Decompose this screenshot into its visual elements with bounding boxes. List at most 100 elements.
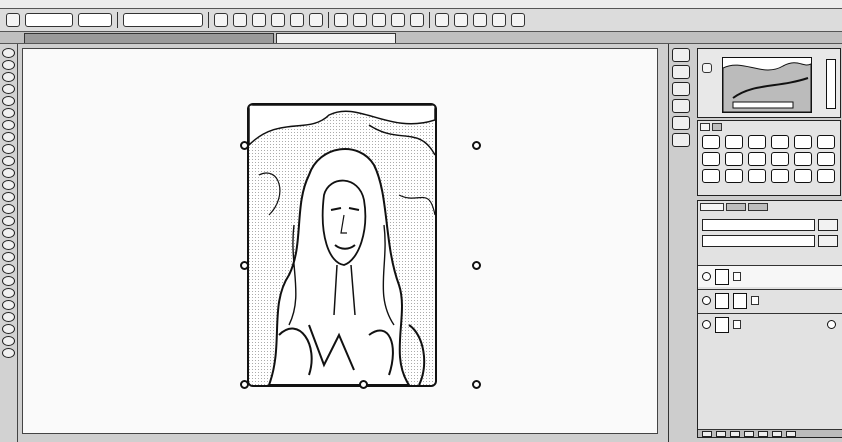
quick-select-icon[interactable] xyxy=(2,84,15,94)
align-right-icon[interactable] xyxy=(252,13,266,27)
transform-icon[interactable] xyxy=(473,13,487,27)
navigator-thumbnail[interactable] xyxy=(722,57,812,113)
tab-styles[interactable] xyxy=(712,123,722,131)
blend-mode-select[interactable] xyxy=(702,235,815,247)
document-canvas[interactable] xyxy=(22,48,658,434)
zoom-icon[interactable] xyxy=(2,300,15,310)
3d-rotate-icon[interactable] xyxy=(2,264,15,274)
filter-toggle-button[interactable] xyxy=(818,219,838,231)
distribute-top-icon[interactable] xyxy=(391,13,405,27)
add-mask-icon[interactable] xyxy=(730,430,740,437)
swatch[interactable] xyxy=(794,152,812,166)
gradient-icon[interactable] xyxy=(2,180,15,190)
swatch[interactable] xyxy=(725,152,743,166)
tab-paths[interactable] xyxy=(748,203,768,211)
layer-row[interactable] xyxy=(698,289,842,311)
option-field-3[interactable] xyxy=(123,13,203,27)
tab-layers[interactable] xyxy=(700,203,724,211)
3d-orbit-icon[interactable] xyxy=(2,276,15,286)
transform-handle-top-left[interactable] xyxy=(240,141,249,150)
tool-preset-button[interactable] xyxy=(6,13,20,27)
swatch[interactable] xyxy=(725,169,743,183)
zoom-slider[interactable] xyxy=(826,59,836,109)
document-tab[interactable] xyxy=(24,33,274,43)
swatch[interactable] xyxy=(748,135,766,149)
align-top-icon[interactable] xyxy=(271,13,285,27)
zoom-out-icon[interactable] xyxy=(702,63,712,73)
swatch[interactable] xyxy=(702,152,720,166)
actions-panel-icon[interactable] xyxy=(672,65,690,79)
option-field-1[interactable] xyxy=(25,13,73,27)
align-bottom-icon[interactable] xyxy=(309,13,323,27)
transform-handle-middle-left[interactable] xyxy=(240,261,249,270)
shape-icon[interactable] xyxy=(2,252,15,262)
path-select-icon[interactable] xyxy=(2,240,15,250)
history-brush-icon[interactable] xyxy=(2,156,15,166)
distribute-bottom-icon[interactable] xyxy=(410,13,424,27)
link-layers-icon[interactable] xyxy=(702,430,712,437)
swatch[interactable] xyxy=(817,169,835,183)
crop-icon[interactable] xyxy=(2,96,15,106)
stamp-icon[interactable] xyxy=(2,144,15,154)
info-panel-icon[interactable] xyxy=(672,82,690,96)
swatch[interactable] xyxy=(817,152,835,166)
swatch[interactable] xyxy=(794,169,812,183)
option-field-2[interactable] xyxy=(78,13,112,27)
swatch[interactable] xyxy=(794,135,812,149)
marquee-icon[interactable] xyxy=(2,60,15,70)
layer-style-icon[interactable] xyxy=(716,430,726,437)
history-panel-icon[interactable] xyxy=(672,48,690,62)
foreground-background-icon[interactable] xyxy=(2,324,15,334)
align-middle-icon[interactable] xyxy=(290,13,304,27)
align-center-icon[interactable] xyxy=(233,13,247,27)
transform-handle-middle-right[interactable] xyxy=(472,261,481,270)
rotate-view-icon[interactable] xyxy=(2,312,15,322)
tab-channels[interactable] xyxy=(726,203,746,211)
swatch[interactable] xyxy=(748,152,766,166)
transform-handle-bottom-center[interactable] xyxy=(359,380,368,389)
transform-handle-bottom-right[interactable] xyxy=(472,380,481,389)
eyedropper-icon[interactable] xyxy=(2,108,15,118)
eraser-icon[interactable] xyxy=(2,168,15,178)
brush-panel-icon[interactable] xyxy=(672,99,690,113)
quick-mask-icon[interactable] xyxy=(2,336,15,346)
swatch[interactable] xyxy=(748,169,766,183)
blur-icon[interactable] xyxy=(2,192,15,202)
healing-icon[interactable] xyxy=(2,120,15,130)
layer-row[interactable] xyxy=(698,265,842,287)
clone-panel-icon[interactable] xyxy=(672,116,690,130)
document-tab-active[interactable] xyxy=(276,33,396,43)
canvas-area[interactable] xyxy=(18,44,668,442)
swatch[interactable] xyxy=(725,135,743,149)
distribute-right-icon[interactable] xyxy=(372,13,386,27)
opacity-field[interactable] xyxy=(818,235,838,247)
swatch[interactable] xyxy=(702,135,720,149)
distribute-center-icon[interactable] xyxy=(353,13,367,27)
eye-icon[interactable] xyxy=(702,320,711,329)
swatch[interactable] xyxy=(817,135,835,149)
swatch[interactable] xyxy=(771,169,789,183)
tab-swatches[interactable] xyxy=(700,123,710,131)
distribute-left-icon[interactable] xyxy=(334,13,348,27)
layer-row[interactable] xyxy=(698,313,842,335)
rotate-icon[interactable] xyxy=(492,13,506,27)
lock-icon[interactable] xyxy=(827,320,836,329)
delete-layer-icon[interactable] xyxy=(786,430,796,437)
brush-icon[interactable] xyxy=(2,132,15,142)
swatch[interactable] xyxy=(702,169,720,183)
eye-icon[interactable] xyxy=(702,272,711,281)
portrait-image[interactable] xyxy=(247,103,437,387)
type-icon[interactable] xyxy=(2,228,15,238)
adjustment-layer-icon[interactable] xyxy=(744,430,754,437)
scale-icon[interactable] xyxy=(511,13,525,27)
new-layer-icon[interactable] xyxy=(772,430,782,437)
pen-icon[interactable] xyxy=(2,216,15,226)
new-group-icon[interactable] xyxy=(758,430,768,437)
transform-handle-bottom-left[interactable] xyxy=(240,380,249,389)
lasso-icon[interactable] xyxy=(2,72,15,82)
transform-handle-top-right[interactable] xyxy=(472,141,481,150)
hand-icon[interactable] xyxy=(2,288,15,298)
character-panel-icon[interactable] xyxy=(672,133,690,147)
auto-align-icon[interactable] xyxy=(435,13,449,27)
auto-blend-icon[interactable] xyxy=(454,13,468,27)
